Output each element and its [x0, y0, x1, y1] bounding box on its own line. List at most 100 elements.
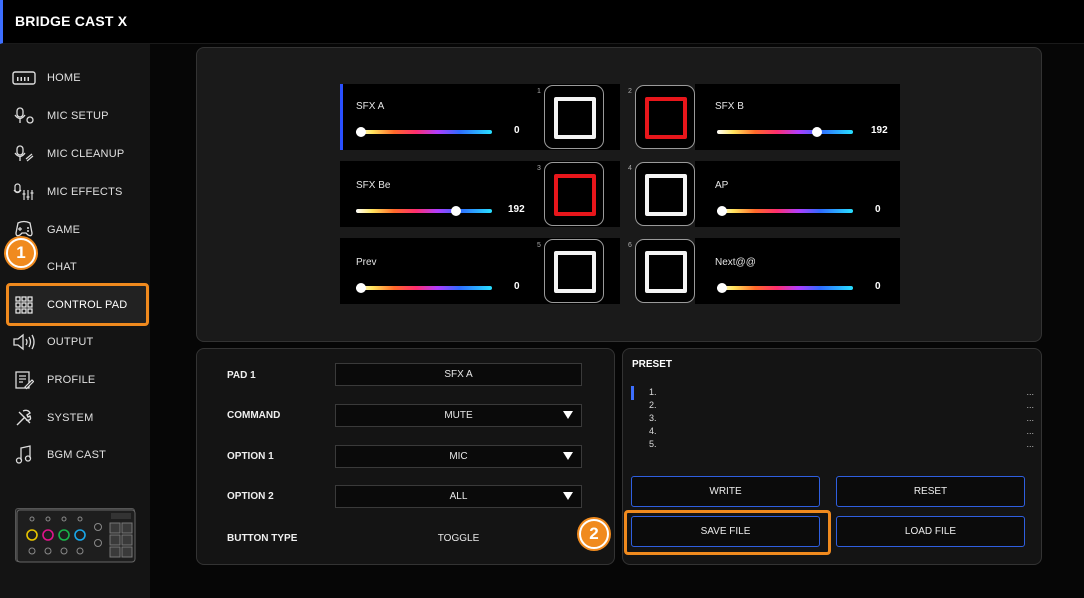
sidebar-item-home[interactable]: HOME	[0, 60, 150, 96]
sidebar-item-label: MIC CLEANUP	[47, 148, 125, 160]
sidebar-item-output[interactable]: OUTPUT	[0, 324, 150, 360]
pad-level-slider[interactable]	[717, 127, 853, 137]
pad-row-2[interactable]: SFX B 192	[695, 84, 900, 150]
pad-button-6[interactable]: 6	[628, 239, 695, 303]
sidebar-item-label: HOME	[47, 72, 81, 84]
pad-name: Next@@	[715, 257, 756, 268]
mic-effects-icon	[12, 180, 36, 204]
callout-marker-2: 2	[579, 519, 609, 549]
pad-square	[645, 251, 687, 293]
sidebar-item-bgm-cast[interactable]: BGM CAST	[0, 437, 150, 473]
pad-name: SFX B	[715, 101, 744, 112]
pad-level-slider[interactable]	[356, 206, 492, 216]
pad-number: 6	[628, 242, 632, 249]
pad-button-1[interactable]: 1	[537, 85, 604, 149]
load-file-button[interactable]: LOAD FILE	[836, 516, 1025, 547]
pad-value: 0	[514, 281, 520, 292]
button-type-value[interactable]: TOGGLE	[335, 533, 582, 544]
sidebar-item-profile[interactable]: PROFILE	[0, 362, 150, 398]
sidebar-item-label: BGM CAST	[47, 449, 107, 461]
preset-number: 4.	[649, 426, 657, 436]
preset-name: ...	[1026, 439, 1034, 449]
device-thumbnail	[15, 508, 136, 563]
pad-row-6[interactable]: Next@@ 0	[695, 238, 900, 304]
chevron-down-icon	[563, 411, 573, 419]
chevron-down-icon	[563, 452, 573, 460]
pad-level-slider[interactable]	[717, 283, 853, 293]
pad-level-slider[interactable]	[356, 127, 492, 137]
pad-number: 1	[537, 88, 541, 95]
pad-square	[554, 251, 596, 293]
pad-value: 0	[875, 204, 881, 215]
preset-number: 1.	[649, 387, 657, 397]
preset-item-5[interactable]: 5....	[649, 439, 1034, 452]
mic-cleanup-icon	[12, 142, 36, 166]
pad-button-5[interactable]: 5	[537, 239, 604, 303]
command-select[interactable]: MUTE	[335, 404, 582, 427]
pad-square	[554, 174, 596, 216]
preset-name: ...	[1026, 413, 1034, 423]
button-type-label: BUTTON TYPE	[227, 533, 298, 544]
profile-icon	[12, 368, 36, 392]
slider-knob[interactable]	[811, 127, 822, 137]
home-icon	[12, 66, 36, 90]
preset-item-4[interactable]: 4....	[649, 426, 1034, 439]
pad-number: 5	[537, 242, 541, 249]
pad-number: 3	[537, 165, 541, 172]
sidebar-item-mic-setup[interactable]: MIC SETUP	[0, 98, 150, 134]
slider-knob[interactable]	[356, 283, 366, 293]
sidebar-item-label: CHAT	[47, 261, 77, 273]
preset-number: 3.	[649, 413, 657, 423]
sidebar-item-label: CONTROL PAD	[47, 299, 128, 311]
pad-name-field[interactable]: SFX A	[335, 363, 582, 386]
pad-level-slider[interactable]	[717, 206, 853, 216]
option1-select[interactable]: MIC	[335, 445, 582, 468]
pad-row-4[interactable]: AP 0	[695, 161, 900, 227]
reset-button[interactable]: RESET	[836, 476, 1025, 507]
slider-knob[interactable]	[356, 127, 366, 137]
preset-name: ...	[1026, 426, 1034, 436]
pad-button-3[interactable]: 3	[537, 162, 604, 226]
write-button[interactable]: WRITE	[631, 476, 820, 507]
option2-select[interactable]: ALL	[335, 485, 582, 508]
pad-name: SFX Be	[356, 180, 391, 191]
music-note-icon	[12, 443, 36, 467]
preset-name: ...	[1026, 387, 1034, 397]
pad-button-2[interactable]: 2	[628, 85, 695, 149]
sidebar-item-label: MIC EFFECTS	[47, 186, 123, 198]
sidebar-item-mic-cleanup[interactable]: MIC CLEANUP	[0, 136, 150, 172]
save-file-highlight	[624, 510, 831, 555]
pad-button-4[interactable]: 4	[628, 162, 695, 226]
preset-item-1[interactable]: 1....	[649, 387, 1034, 400]
preset-number: 2.	[649, 400, 657, 410]
pad-square	[554, 97, 596, 139]
grid-icon	[12, 293, 36, 317]
mic-setup-icon	[12, 104, 36, 128]
pad-name-value: SFX A	[444, 369, 473, 380]
slider-knob[interactable]	[717, 283, 727, 293]
sidebar-item-label: PROFILE	[47, 374, 96, 386]
pad-value: 0	[875, 281, 881, 292]
option2-label: OPTION 2	[227, 491, 274, 502]
sidebar-item-mic-effects[interactable]: MIC EFFECTS	[0, 174, 150, 210]
sidebar-item-control-pad[interactable]: CONTROL PAD	[0, 287, 150, 323]
pad-name: SFX A	[356, 101, 385, 112]
pad-value: 192	[871, 125, 888, 136]
pad-name: Prev	[356, 257, 377, 268]
wrench-icon	[12, 406, 36, 430]
preset-item-3[interactable]: 3....	[649, 413, 1034, 426]
command-label: COMMAND	[227, 410, 281, 421]
option1-label: OPTION 1	[227, 451, 274, 462]
sidebar-item-label: MIC SETUP	[47, 110, 109, 122]
slider-knob[interactable]	[717, 206, 727, 216]
preset-item-2[interactable]: 2....	[649, 400, 1034, 413]
preset-number: 5.	[649, 439, 657, 449]
slider-knob[interactable]	[450, 206, 461, 216]
sidebar-item-label: OUTPUT	[47, 336, 94, 348]
preset-list: 1.... 2.... 3.... 4.... 5....	[631, 383, 1034, 469]
title-bar: BRIDGE CAST X	[0, 0, 1084, 44]
sidebar-item-label: GAME	[47, 224, 81, 236]
speaker-icon	[12, 330, 36, 354]
sidebar-item-system[interactable]: SYSTEM	[0, 400, 150, 436]
pad-level-slider[interactable]	[356, 283, 492, 293]
